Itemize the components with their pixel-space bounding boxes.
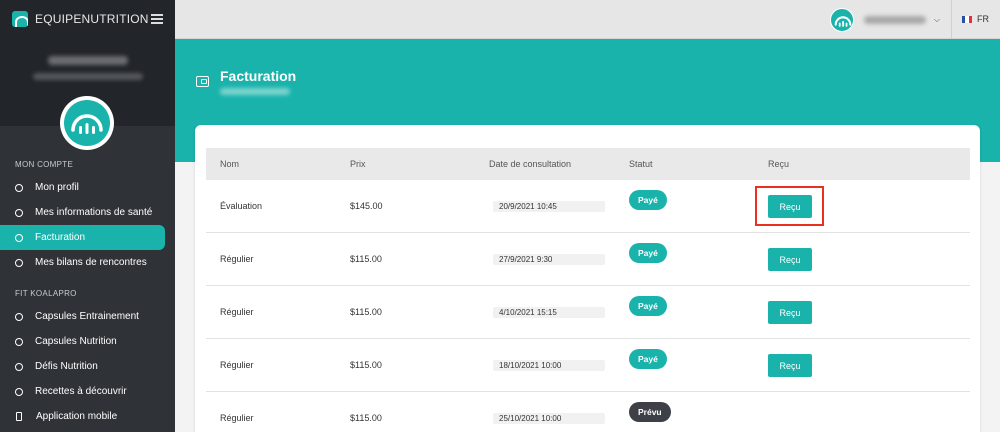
row-price: $115.00 [350, 360, 382, 370]
brand: EQUIPENUTRITION [0, 0, 175, 38]
avatar [60, 96, 114, 150]
sidebar: EQUIPENUTRITION MON COMPTE Mon profil Me… [0, 0, 175, 432]
sidebar-item-label: Application mobile [36, 411, 118, 422]
koala-logo-icon [829, 8, 854, 32]
column-header-date: Date de consultation [489, 159, 572, 169]
sidebar-item-application-mobile[interactable]: Application mobile [0, 404, 175, 429]
divider [951, 0, 952, 39]
sidebar-item-capsules-entrainement[interactable]: Capsules Entrainement [0, 304, 175, 329]
sidebar-item-recettes[interactable]: Recettes à découvrir [0, 379, 175, 404]
sidebar-menu-koalapro: Capsules Entrainement Capsules Nutrition… [0, 304, 175, 429]
sidebar-item-label: Défis Nutrition [35, 361, 98, 372]
row-date: 25/10/2021 10:00 [493, 413, 605, 424]
column-header-prix: Prix [350, 159, 366, 169]
language-label: FR [977, 14, 989, 24]
brand-name: EQUIPENUTRITION [35, 12, 149, 26]
sidebar-item-bilans-rencontres[interactable]: Mes bilans de rencontres [0, 250, 175, 275]
sidebar-item-label: Recettes à découvrir [35, 386, 127, 397]
sidebar-section-title: MON COMPTE [15, 160, 74, 169]
row-name: Régulier [220, 307, 254, 317]
table-row: Régulier $115.00 27/9/2021 9:30 Payé Reç… [206, 233, 970, 286]
user-email-blurred [32, 73, 143, 80]
receipt-button[interactable]: Reçu [768, 354, 812, 377]
wallet-icon [196, 76, 209, 87]
brand-logo-icon [12, 11, 28, 27]
sidebar-item-label: Capsules Nutrition [35, 336, 117, 347]
receipt-button[interactable]: Reçu [768, 248, 812, 271]
status-badge: Payé [629, 296, 667, 316]
sidebar-item-informations-sante[interactable]: Mes informations de santé [0, 200, 175, 225]
top-bar: ⌵ FR [175, 0, 1000, 39]
sidebar-section-title: FIT KOALAPRO [15, 289, 77, 298]
sidebar-item-mon-profil[interactable]: Mon profil [0, 175, 175, 200]
circle-icon [15, 258, 23, 267]
page-subtitle-blurred [220, 88, 290, 95]
page-title: Facturation [220, 68, 297, 84]
sidebar-item-label: Mes informations de santé [35, 207, 153, 218]
circle-icon [15, 337, 23, 346]
sidebar-menu-account: Mon profil Mes informations de santé Fac… [0, 175, 175, 275]
circle-icon [15, 208, 23, 217]
sidebar-item-label: Mon profil [35, 182, 79, 193]
row-date: 20/9/2021 10:45 [493, 201, 605, 212]
row-name: Régulier [220, 254, 254, 264]
highlight-box [755, 186, 824, 226]
column-header-nom: Nom [220, 159, 240, 169]
table-row: Régulier $115.00 4/10/2021 15:15 Payé Re… [206, 286, 970, 339]
mobile-phone-icon [16, 412, 22, 421]
france-flag-icon [962, 15, 972, 23]
sidebar-item-facturation[interactable]: Facturation [0, 225, 165, 250]
table-header: Nom Prix Date de consultation Statut Reç… [206, 148, 970, 180]
status-badge: Payé [629, 190, 667, 210]
table-row: Régulier $115.00 25/10/2021 10:00 Prévu [206, 392, 970, 432]
row-name: Évaluation [220, 201, 263, 211]
status-badge: Prévu [629, 402, 671, 422]
circle-icon [15, 312, 23, 321]
chevron-down-icon: ⌵ [933, 15, 940, 24]
status-badge: Payé [629, 349, 667, 369]
row-price: $115.00 [350, 307, 382, 317]
receipt-button[interactable]: Reçu [768, 301, 812, 324]
circle-icon [15, 362, 23, 371]
row-date: 27/9/2021 9:30 [493, 254, 605, 265]
circle-icon [15, 387, 23, 396]
row-name: Régulier [220, 360, 254, 370]
status-badge: Payé [629, 243, 667, 263]
language-selector[interactable]: FR [962, 14, 989, 24]
row-date: 4/10/2021 15:15 [493, 307, 605, 318]
koala-logo-icon [64, 100, 110, 146]
user-name-blurred [863, 16, 926, 24]
column-header-statut: Statut [629, 159, 653, 169]
sidebar-header: EQUIPENUTRITION [0, 0, 175, 150]
sidebar-item-label: Facturation [35, 232, 86, 243]
sidebar-item-label: Mes bilans de rencontres [35, 257, 147, 268]
circle-icon [15, 233, 23, 242]
row-price: $145.00 [350, 201, 383, 211]
hamburger-menu-icon[interactable] [151, 14, 163, 24]
sidebar-item-defis-nutrition[interactable]: Défis Nutrition [0, 354, 175, 379]
column-header-recu: Reçu [768, 159, 790, 169]
billing-card: Nom Prix Date de consultation Statut Reç… [195, 125, 980, 432]
circle-icon [15, 183, 23, 192]
row-price: $115.00 [350, 254, 382, 264]
row-name: Régulier [220, 413, 254, 423]
row-date: 18/10/2021 10:00 [493, 360, 605, 371]
sidebar-item-capsules-nutrition[interactable]: Capsules Nutrition [0, 329, 175, 354]
row-price: $115.00 [350, 413, 382, 423]
table-row: Évaluation $145.00 20/9/2021 10:45 Payé … [206, 180, 970, 233]
user-menu[interactable]: ⌵ [829, 8, 940, 32]
user-name-blurred [47, 56, 128, 65]
table-row: Régulier $115.00 18/10/2021 10:00 Payé R… [206, 339, 970, 392]
sidebar-item-label: Capsules Entrainement [35, 311, 139, 322]
